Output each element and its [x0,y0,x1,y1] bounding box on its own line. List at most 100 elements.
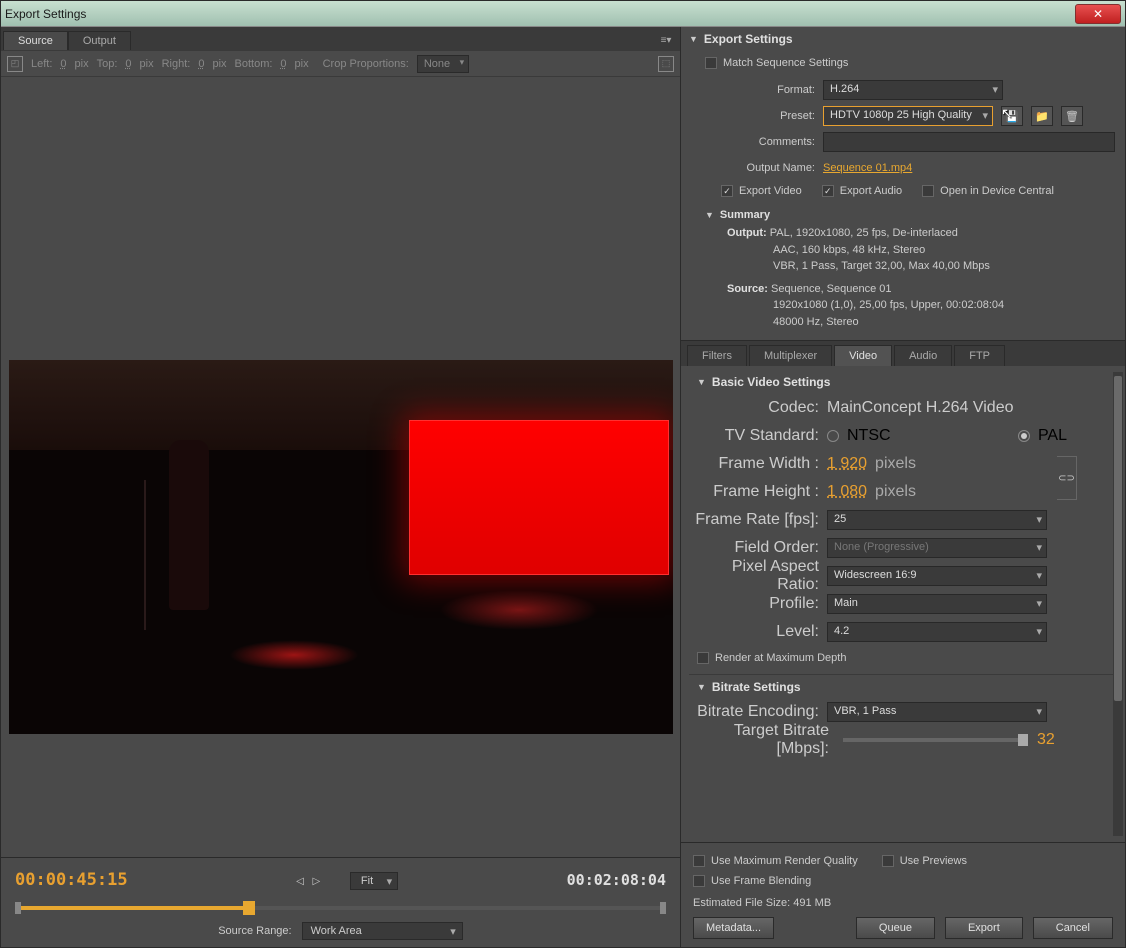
level-dropdown[interactable]: 4.2 [827,622,1047,642]
tab-output[interactable]: Output [68,31,131,50]
frame-width-value[interactable]: 1 920 [827,455,867,473]
codec-label: Codec: [689,399,819,417]
duration-timecode: 00:02:08:04 [567,871,666,889]
titlebar[interactable]: Export Settings ✕ [1,1,1125,27]
bitrate-encoding-label: Bitrate Encoding: [689,703,819,721]
basic-video-header[interactable]: ▼ Basic Video Settings [689,370,1117,394]
crop-bottom-label: Bottom: [235,58,273,70]
preset-label: Preset: [705,110,815,122]
source-range-dropdown[interactable]: Work Area [302,922,463,940]
target-bitrate-slider[interactable] [843,738,1023,742]
out-point-handle[interactable] [660,902,666,914]
match-sequence-checkbox[interactable] [705,57,717,69]
tab-audio[interactable]: Audio [894,345,952,366]
export-settings-window: Export Settings ✕ Source Output ≡▾ ◰ Lef… [0,0,1126,948]
source-range-label: Source Range: [218,925,291,937]
profile-dropdown[interactable]: Main [827,594,1047,614]
mouse-cursor-icon: ↖ [1001,105,1013,122]
tv-standard-label: TV Standard: [689,427,819,445]
comments-input[interactable] [823,132,1115,152]
disclosure-icon: ▼ [705,210,714,220]
playhead[interactable] [243,901,255,915]
field-order-label: Field Order: [689,539,819,557]
max-depth-checkbox[interactable] [697,652,709,664]
close-button[interactable]: ✕ [1075,4,1121,24]
tab-source[interactable]: Source [3,31,68,50]
target-bitrate-label: Target Bitrate [Mbps]: [689,722,829,758]
window-title: Export Settings [5,7,1075,21]
preview-red-screen [409,420,669,575]
export-video-checkbox[interactable] [721,185,733,197]
field-order-dropdown[interactable]: None (Progressive) [827,538,1047,558]
crop-right-value[interactable]: 0 [198,58,204,70]
tab-ftp[interactable]: FTP [954,345,1005,366]
match-sequence-label: Match Sequence Settings [723,57,848,69]
export-settings-header[interactable]: ▼ Export Settings [681,27,1125,51]
preview-area [1,77,680,857]
settings-tabs: Filters Multiplexer Video Audio FTP [681,341,1125,366]
frame-width-label: Frame Width : [689,455,819,473]
summary-source-label: Source: [727,283,768,295]
zoom-fit-dropdown[interactable]: Fit [350,872,398,890]
settings-panel: ▼ Export Settings Match Sequence Setting… [681,27,1125,947]
frame-blending-checkbox[interactable] [693,875,705,887]
target-bitrate-value[interactable]: 32 [1037,731,1055,749]
video-settings-scroll: ▼ Basic Video Settings Codec: MainConcep… [681,366,1125,842]
crop-proportions-label: Crop Proportions: [323,58,409,70]
profile-label: Profile: [689,595,819,613]
tab-filters[interactable]: Filters [687,345,747,366]
disclosure-icon: ▼ [689,34,698,44]
estimated-size-label: Estimated File Size: [693,897,790,909]
summary-header[interactable]: ▼ Summary [705,205,1115,225]
in-point-handle[interactable] [15,902,21,914]
crop-bar: ◰ Left: 0 pix Top: 0 pix Right: 0 pix Bo… [1,51,680,77]
crop-left-value[interactable]: 0 [60,58,66,70]
crop-left-label: Left: [31,58,52,70]
import-preset-button[interactable]: 📁 [1031,106,1053,126]
scrubber[interactable] [15,898,666,918]
output-name-label: Output Name: [705,162,815,174]
link-dimensions-icon[interactable]: ⊂⊃ [1057,456,1077,500]
cancel-button[interactable]: Cancel [1033,917,1113,939]
scrollbar[interactable] [1113,372,1123,836]
panel-menu-icon[interactable]: ≡▾ [654,31,678,49]
crop-reset-icon[interactable]: ⬚ [658,56,674,72]
scroll-thumb[interactable] [1114,376,1122,701]
frame-height-label: Frame Height : [689,483,819,501]
bitrate-encoding-dropdown[interactable]: VBR, 1 Pass [827,702,1047,722]
comments-label: Comments: [705,136,815,148]
format-dropdown[interactable]: H.264 [823,80,1003,100]
crop-right-label: Right: [162,58,191,70]
export-button[interactable]: Export [945,917,1023,939]
ntsc-radio[interactable] [827,430,839,442]
pal-radio[interactable] [1018,430,1030,442]
frame-rate-dropdown[interactable]: 25 [827,510,1047,530]
crop-bottom-value[interactable]: 0 [280,58,286,70]
tab-video[interactable]: Video [834,345,892,366]
crop-icon[interactable]: ◰ [7,56,23,72]
queue-button[interactable]: Queue [856,917,935,939]
delete-preset-button[interactable]: 🗑 [1061,106,1083,126]
pixel-aspect-label: Pixel Aspect Ratio: [689,558,819,594]
current-timecode[interactable]: 00:00:45:15 [15,870,128,890]
frame-rate-label: Frame Rate [fps]: [689,511,819,529]
estimated-size-value: 491 MB [793,897,831,909]
crop-top-value[interactable]: 0 [125,58,131,70]
preset-dropdown[interactable]: HDTV 1080p 25 High Quality [823,106,993,126]
max-render-quality-checkbox[interactable] [693,855,705,867]
codec-value: MainConcept H.264 Video [827,399,1014,417]
metadata-button[interactable]: Metadata... [693,917,774,939]
export-audio-checkbox[interactable] [822,185,834,197]
open-device-central-checkbox[interactable] [922,185,934,197]
pixel-aspect-dropdown[interactable]: Widescreen 16:9 [827,566,1047,586]
video-preview[interactable] [9,360,673,734]
trash-icon: 🗑 [1065,110,1079,123]
disclosure-icon: ▼ [697,682,706,692]
output-name-link[interactable]: Sequence 01.mp4 [823,162,912,174]
step-icons[interactable]: ◁ ▷ [296,876,323,887]
bitrate-header[interactable]: ▼ Bitrate Settings [689,674,1117,698]
frame-height-value[interactable]: 1 080 [827,483,867,501]
tab-multiplexer[interactable]: Multiplexer [749,345,832,366]
crop-proportions-dropdown[interactable]: None [417,55,469,73]
use-previews-checkbox[interactable] [882,855,894,867]
